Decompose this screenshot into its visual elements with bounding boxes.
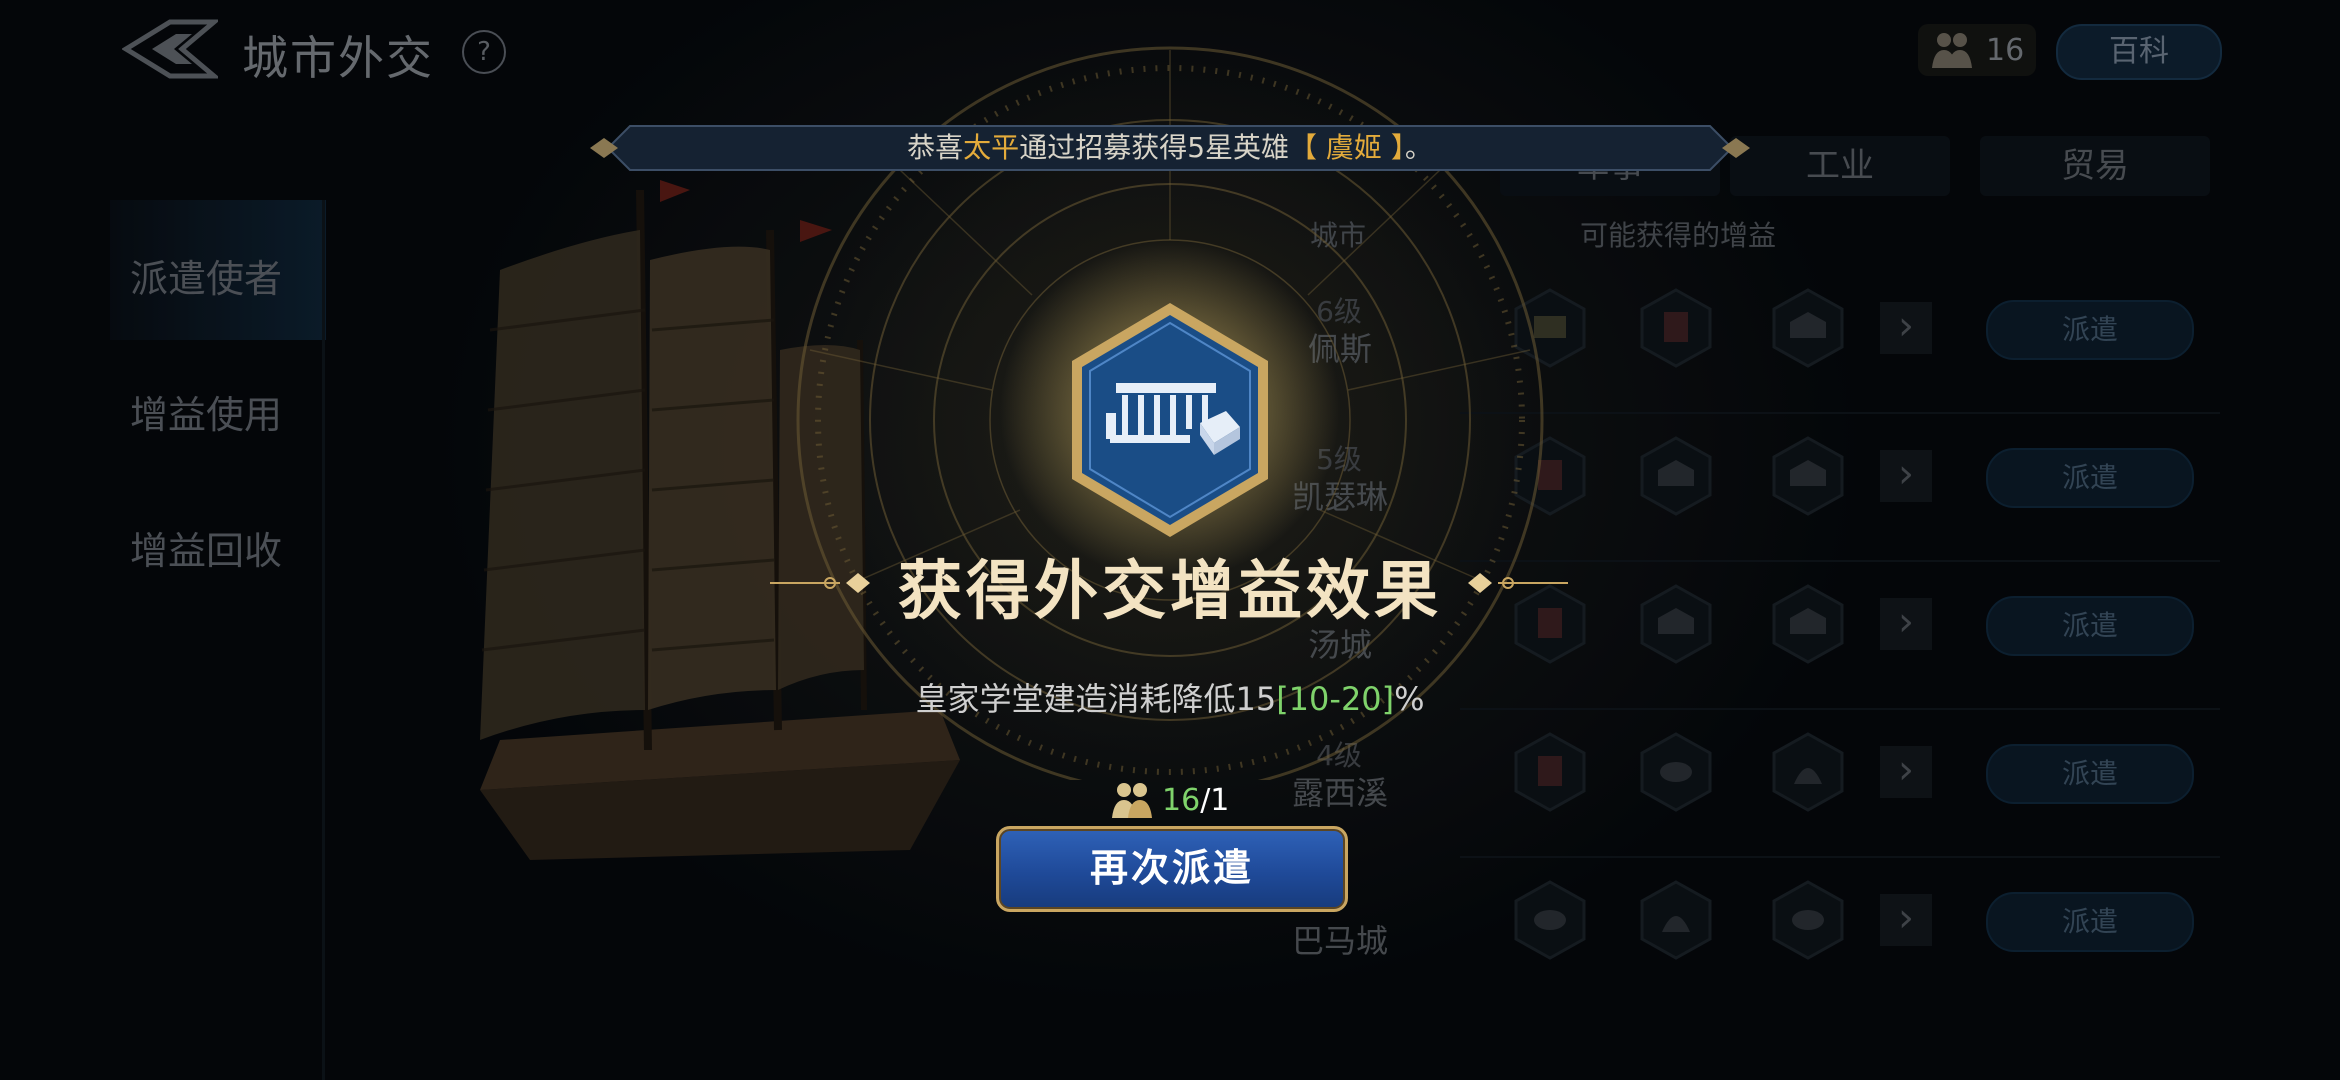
- title-ornament-left-icon: [770, 573, 870, 593]
- recruit-notice: 恭喜太平通过招募获得5星英雄【 虞姬 】。: [590, 120, 1750, 176]
- notice-player-name: 太平: [963, 131, 1020, 164]
- notice-hero-name: 【 虞姬 】: [1289, 131, 1405, 164]
- envoy-icon: [1112, 783, 1152, 818]
- reward-unit: %: [1394, 680, 1425, 718]
- academy-building-icon: [1072, 303, 1268, 537]
- reward-description: 皇家学堂建造消耗降低15[10-20]%: [770, 674, 1570, 720]
- notice-middle: 通过招募获得5星英雄: [1019, 131, 1290, 164]
- notice-prefix: 恭喜: [907, 131, 964, 164]
- redispatch-button[interactable]: 再次派遣: [996, 826, 1348, 912]
- cost-need: /1: [1200, 782, 1230, 818]
- reward-range: [10-20]: [1276, 680, 1395, 718]
- cost-have: 16: [1162, 782, 1201, 818]
- reward-title: 获得外交增益效果: [898, 555, 1442, 629]
- dispatch-cost: 16/1: [1110, 778, 1230, 822]
- reward-desc-text: 皇家学堂建造消耗降低15: [915, 680, 1277, 718]
- title-ornament-right-icon: [1468, 573, 1568, 593]
- notice-suffix: 。: [1404, 131, 1433, 164]
